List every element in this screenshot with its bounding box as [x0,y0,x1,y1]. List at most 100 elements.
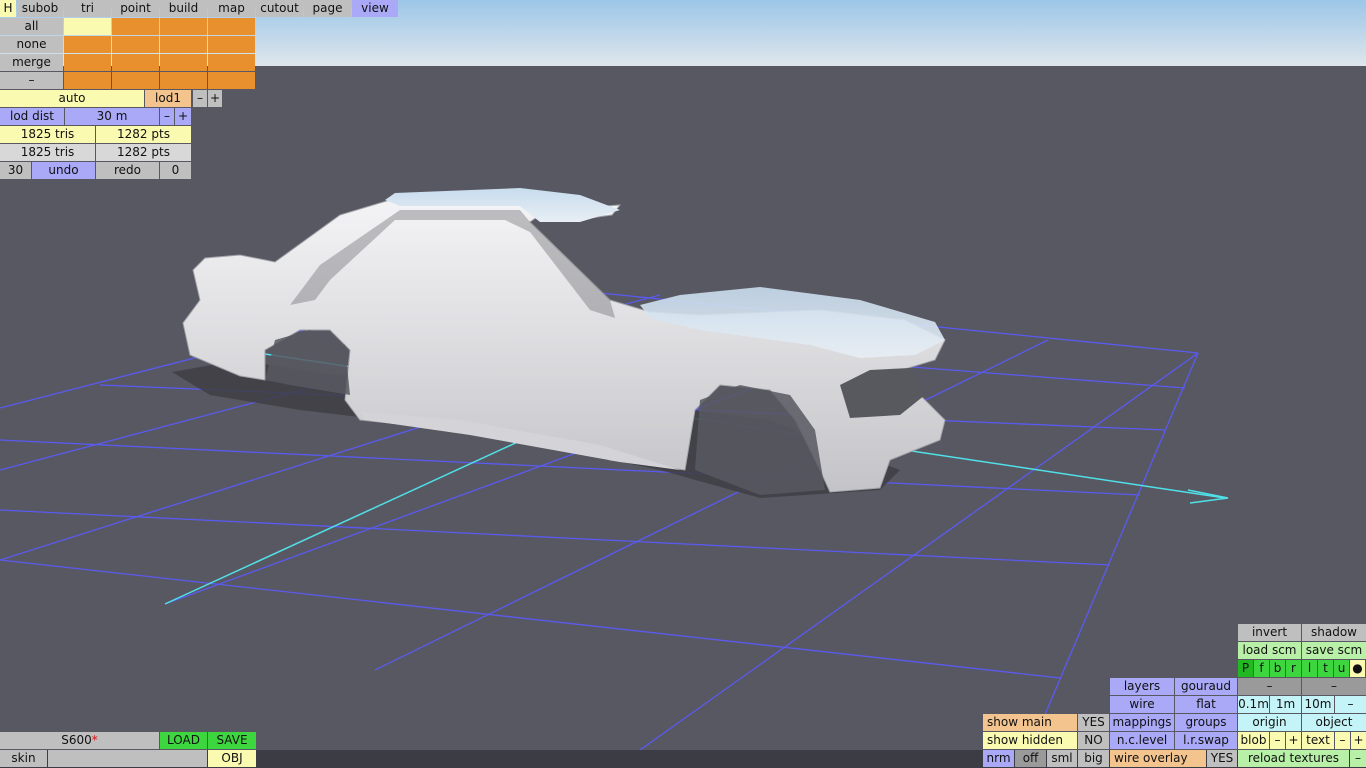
view-u-button[interactable]: u [1334,660,1349,677]
tab-view[interactable]: view [352,0,398,17]
gouraud-button[interactable]: gouraud [1175,678,1237,695]
blob-plus-button[interactable]: + [1286,732,1301,749]
show-hidden-value[interactable]: NO [1078,732,1109,749]
selection-slot[interactable] [160,54,207,71]
view-t-button[interactable]: t [1318,660,1333,677]
redo-button[interactable]: redo [96,162,159,179]
off-button[interactable]: off [1015,750,1046,767]
dash-button-2[interactable]: – [1302,678,1366,695]
dash-button-1[interactable]: – [1238,678,1301,695]
invert-button[interactable]: invert [1238,624,1301,641]
grid-0-1m-button[interactable]: 0.1m [1238,696,1269,713]
selection-slot[interactable] [64,72,111,89]
lod-value[interactable]: lod1 [145,90,191,107]
sml-button[interactable]: sml [1047,750,1077,767]
selection-slot[interactable] [64,54,111,71]
selection-slot[interactable] [64,18,111,35]
view-dot-button[interactable]: ● [1350,660,1365,677]
shadow-button[interactable]: shadow [1302,624,1366,641]
select-dash-button[interactable]: – [0,72,63,89]
object-button[interactable]: object [1302,714,1366,731]
skin-label: skin [0,750,47,767]
text-plus-button[interactable]: + [1351,732,1366,749]
lod-dist-value[interactable]: 30 m [65,108,159,125]
view-P-button[interactable]: P [1238,660,1253,677]
tris-count-total: 1825 tris [0,144,95,161]
pts-count: 1282 pts [96,126,191,143]
filename-field[interactable]: S600* [0,732,159,749]
show-main-value[interactable]: YES [1078,714,1109,731]
selection-slot[interactable] [160,72,207,89]
tris-count: 1825 tris [0,126,95,143]
redo-count: 0 [160,162,191,179]
reload-dash-button[interactable]: – [1350,750,1366,767]
wire-overlay-button[interactable]: wire overlay [1110,750,1206,767]
text-minus-button[interactable]: – [1335,732,1350,749]
view-f-button[interactable]: f [1254,660,1269,677]
grid-1m-button[interactable]: 1m [1270,696,1301,713]
selection-slot[interactable] [112,54,159,71]
filename: S600 [61,733,92,747]
blob-button[interactable]: blob [1238,732,1269,749]
show-main-button[interactable]: show main [983,714,1077,731]
save-button[interactable]: SAVE [208,732,256,749]
selection-slot[interactable] [208,54,255,71]
select-none-button[interactable]: none [0,36,63,53]
selection-slot[interactable] [160,18,207,35]
tab-build[interactable]: build [160,0,207,17]
reload-textures-button[interactable]: reload textures [1238,750,1349,767]
selection-slot[interactable] [64,36,111,53]
lod-dist-plus-button[interactable]: + [175,108,191,125]
view-r-button[interactable]: r [1286,660,1301,677]
grid-dash-button[interactable]: – [1335,696,1366,713]
groups-button[interactable]: groups [1175,714,1237,731]
selection-slot[interactable] [160,36,207,53]
tab-map[interactable]: map [208,0,255,17]
tab-cutout[interactable]: cutout [256,0,303,17]
selection-slot[interactable] [112,18,159,35]
selection-slot[interactable] [112,36,159,53]
selection-slot[interactable] [112,72,159,89]
show-hidden-button[interactable]: show hidden [983,732,1077,749]
view-l-button[interactable]: l [1302,660,1317,677]
select-all-button[interactable]: all [0,18,63,35]
lod-dist-minus-button[interactable]: – [160,108,174,125]
undo-count: 30 [0,162,31,179]
obj-button[interactable]: OBJ [208,750,256,767]
selection-slot[interactable] [208,36,255,53]
save-scm-button[interactable]: save scm [1302,642,1366,659]
origin-button[interactable]: origin [1238,714,1301,731]
layers-button[interactable]: layers [1110,678,1174,695]
undo-button[interactable]: undo [32,162,95,179]
tab-tri[interactable]: tri [64,0,111,17]
skin-field[interactable] [48,750,207,767]
flat-button[interactable]: flat [1175,696,1237,713]
selection-slot[interactable] [208,72,255,89]
text-button[interactable]: text [1302,732,1334,749]
load-button[interactable]: LOAD [160,732,207,749]
lr-swap-button[interactable]: l.r.swap [1175,732,1237,749]
select-merge-button[interactable]: merge [0,54,63,71]
auto-button[interactable]: auto [0,90,144,107]
lod-dist-label: lod dist [0,108,64,125]
view-b-button[interactable]: b [1270,660,1285,677]
wire-overlay-value[interactable]: YES [1207,750,1237,767]
nc-level-button[interactable]: n.c.level [1110,732,1174,749]
big-button[interactable]: big [1078,750,1109,767]
tab-subob[interactable]: subob [17,0,63,17]
lod-plus-button[interactable]: + [208,90,222,107]
load-scm-button[interactable]: load scm [1238,642,1301,659]
3d-viewport[interactable] [0,0,1366,768]
tab-point[interactable]: point [112,0,159,17]
pts-count-total: 1282 pts [96,144,191,161]
lod-minus-button[interactable]: – [193,90,207,107]
tab-page[interactable]: page [304,0,351,17]
mappings-button[interactable]: mappings [1110,714,1174,731]
selection-slot[interactable] [208,18,255,35]
blob-minus-button[interactable]: – [1270,732,1285,749]
wire-button[interactable]: wire [1110,696,1174,713]
grid-10m-button[interactable]: 10m [1302,696,1334,713]
nrm-button[interactable]: nrm [983,750,1014,767]
h-button[interactable]: H [0,0,16,17]
modified-marker: * [91,733,98,747]
